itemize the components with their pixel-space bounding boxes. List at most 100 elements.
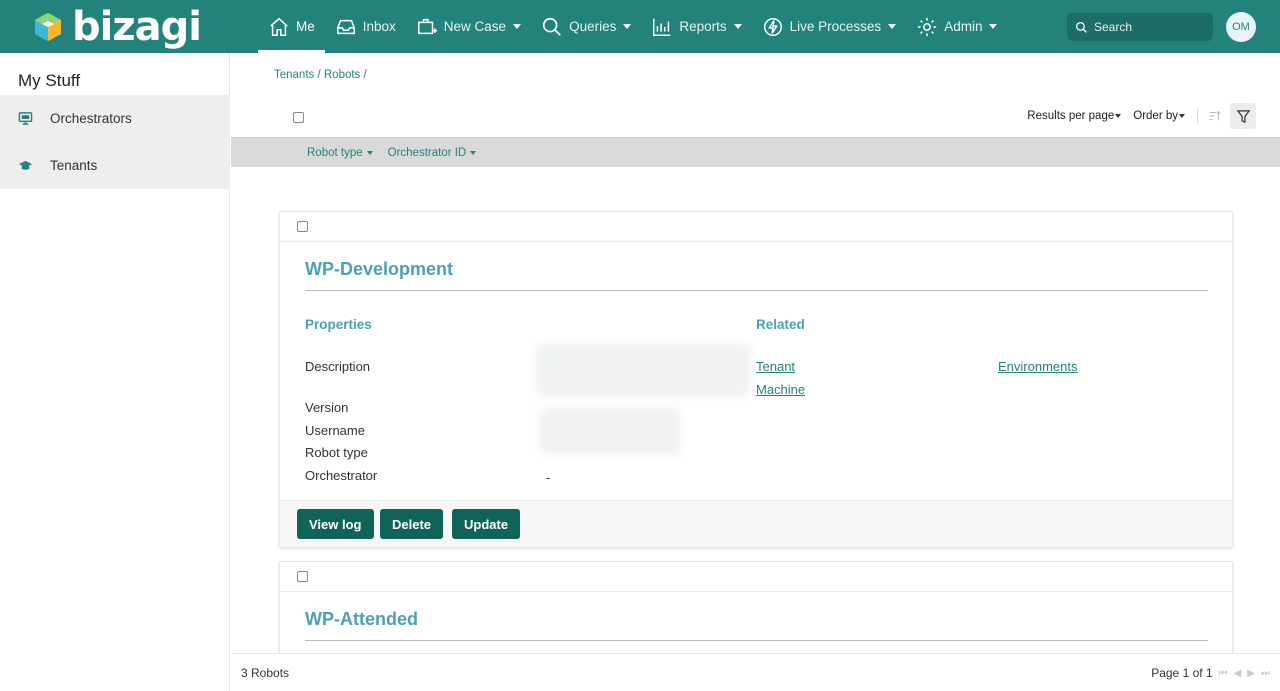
sidebar-item-tenants[interactable]: Tenants (0, 142, 230, 189)
sidebar-item-orchestrators[interactable]: Orchestrators (0, 95, 230, 142)
nav-new-case[interactable]: New Case (406, 0, 531, 53)
pagination: Page 1 of 1 ⏮ ◀ ▶ ⏭ (1151, 666, 1270, 680)
properties-heading: Properties (305, 317, 372, 332)
card-header (280, 562, 1232, 592)
sidebar-item-label: Orchestrators (50, 111, 132, 126)
nav-inbox-label: Inbox (362, 19, 396, 34)
delete-button[interactable]: Delete (380, 509, 444, 539)
first-page-icon[interactable]: ⏮ (1219, 668, 1228, 679)
search-input[interactable] (1094, 20, 1204, 34)
nav-live-processes-label: Live Processes (789, 19, 882, 34)
order-by-dropdown[interactable]: Order by (1133, 110, 1185, 122)
new-case-icon (417, 18, 437, 34)
nav-me-label: Me (296, 19, 315, 34)
list-footer: 3 Robots Page 1 of 1 ⏮ ◀ ▶ ⏭ (231, 653, 1280, 691)
home-icon (270, 17, 288, 36)
sidebar-item-label: Tenants (50, 158, 98, 173)
main-nav: Me Inbox New Case Queries Reports Live P… (258, 0, 1007, 53)
card-header (280, 212, 1232, 242)
toolbar-divider (1197, 108, 1198, 124)
list-toolbar: Results per page Order by (1015, 102, 1256, 130)
nav-inbox[interactable]: Inbox (325, 0, 406, 53)
orchestrator-label: Orchestrator (305, 468, 378, 483)
select-all-checkbox[interactable] (293, 112, 304, 123)
chevron-down-icon (513, 24, 522, 29)
nav-admin[interactable]: Admin (906, 0, 1007, 53)
sidebar-title: My Stuff (18, 71, 81, 90)
sort-icon[interactable] (1208, 109, 1222, 123)
brand-name: bizagi (72, 4, 202, 50)
version-label: Version (305, 400, 349, 415)
environments-link[interactable]: Environments (998, 359, 1077, 374)
monitor-icon (18, 112, 33, 125)
chevron-down-icon (1115, 114, 1122, 118)
gear-icon (918, 17, 937, 36)
filter-robot-type[interactable]: Robot type (307, 147, 373, 159)
chevron-down-icon (470, 150, 477, 155)
chevron-down-icon (733, 24, 742, 29)
user-avatar[interactable]: OM (1226, 12, 1256, 42)
title-divider (305, 290, 1208, 291)
redacted-description (536, 344, 750, 396)
robot-title[interactable]: WP-Development (305, 259, 453, 280)
nav-new-case-label: New Case (443, 19, 507, 34)
global-search (1067, 13, 1213, 41)
nav-reports-label: Reports (679, 19, 727, 34)
machine-link[interactable]: Machine (756, 382, 805, 397)
top-bar: bizagi Me Inbox New Case Queries Reports (0, 0, 1280, 53)
view-log-button[interactable]: View log (297, 509, 374, 539)
breadcrumb-separator: / (360, 69, 367, 81)
nav-queries-label: Queries (569, 19, 617, 34)
orchestrator-value: - (546, 470, 551, 485)
last-page-icon[interactable]: ⏭ (1261, 668, 1270, 679)
row-checkbox[interactable] (297, 221, 308, 232)
breadcrumb-separator: / (314, 69, 324, 81)
robot-type-label: Robot type (305, 445, 368, 460)
bizagi-logo[interactable]: bizagi (32, 4, 202, 50)
nav-live-processes[interactable]: Live Processes (752, 0, 907, 53)
filter-button[interactable] (1230, 103, 1256, 129)
breadcrumb: Tenants / Robots / (274, 69, 367, 81)
sidebar: My Stuff Orchestrators Tenants (0, 53, 230, 691)
search-icon (1075, 21, 1087, 33)
search-icon (543, 17, 561, 36)
redacted-values (540, 408, 680, 454)
next-page-icon[interactable]: ▶ (1247, 668, 1255, 679)
filter-bar: Robot type Orchestrator ID (231, 137, 1280, 167)
title-divider (305, 640, 1208, 641)
robot-card: WP-Development Properties Related Descri… (279, 211, 1233, 548)
bizagi-logo-icon (35, 13, 61, 41)
breadcrumb-robots[interactable]: Robots (324, 69, 360, 81)
page-indicator: Page 1 of 1 (1151, 666, 1213, 680)
breadcrumb-tenants[interactable]: Tenants (274, 69, 314, 81)
chart-icon (653, 18, 671, 36)
filter-icon (1236, 109, 1250, 123)
username-label: Username (305, 423, 365, 438)
filter-orchestrator-id[interactable]: Orchestrator ID (388, 147, 477, 159)
chevron-down-icon (623, 24, 632, 29)
results-per-page-dropdown[interactable]: Results per page (1027, 110, 1122, 122)
nav-queries[interactable]: Queries (531, 0, 641, 53)
update-button[interactable]: Update (452, 509, 521, 539)
row-checkbox[interactable] (297, 571, 308, 582)
results-per-page-label: Results per page (1027, 110, 1115, 122)
order-by-label: Order by (1133, 110, 1178, 122)
nav-admin-label: Admin (944, 19, 983, 34)
tenant-link[interactable]: Tenant (756, 359, 795, 374)
card-actions: View log Delete Update (280, 500, 1232, 547)
filter-orchestrator-id-label: Orchestrator ID (387, 146, 467, 159)
result-count: 3 Robots (241, 666, 290, 680)
lightning-icon (763, 17, 782, 36)
chevron-down-icon (888, 24, 897, 29)
inbox-icon (336, 19, 355, 34)
nav-reports[interactable]: Reports (641, 0, 751, 53)
robot-title[interactable]: WP-Attended (305, 609, 418, 630)
description-label: Description (305, 359, 371, 374)
main-content: Tenants / Robots / Results per page Orde… (231, 53, 1280, 671)
previous-page-icon[interactable]: ◀ (1234, 668, 1242, 679)
nav-me[interactable]: Me (258, 0, 325, 53)
chevron-down-icon (989, 24, 998, 29)
filter-robot-type-label: Robot type (307, 146, 363, 159)
related-heading: Related (756, 317, 805, 332)
graduation-cap-icon (18, 160, 33, 170)
